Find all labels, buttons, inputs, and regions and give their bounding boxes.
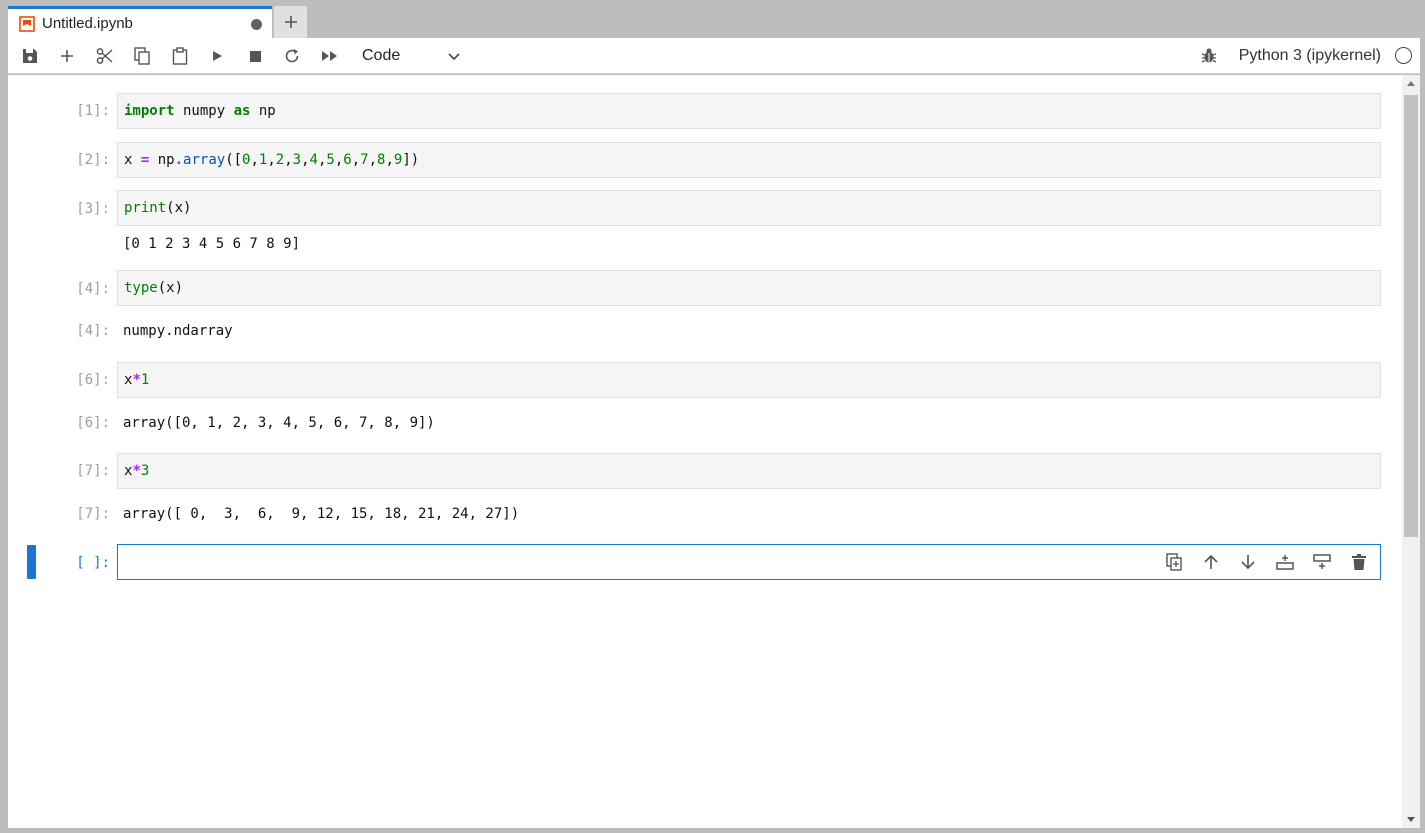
input-prompt: [ ]: — [76, 555, 110, 571]
insert-below-icon — [1313, 554, 1331, 569]
tab-bar: Untitled.ipynb — [0, 0, 1425, 38]
interrupt-button[interactable] — [244, 45, 266, 67]
delete-cell-button[interactable] — [1348, 551, 1370, 573]
arrow-up-icon — [1204, 554, 1218, 569]
cell-output: numpy.ndarray — [123, 323, 233, 339]
insert-below-button[interactable] — [1311, 551, 1333, 573]
code-cell-input[interactable]: x*1 — [117, 362, 1381, 398]
scroll-up-arrow-icon[interactable] — [1407, 81, 1415, 86]
run-button[interactable] — [206, 45, 228, 67]
notebook-panel: [1]: import numpy as np [2]: x = np.arra… — [8, 75, 1420, 828]
input-prompt: [1]: — [76, 103, 110, 119]
kernel-name[interactable]: Python 3 (ipykernel) — [1239, 47, 1381, 65]
restart-run-all-button[interactable] — [319, 45, 341, 67]
kernel-status-icon — [1395, 47, 1412, 64]
debugger-button[interactable] — [1201, 47, 1217, 69]
unsaved-indicator-icon[interactable] — [251, 19, 262, 30]
insert-above-button[interactable] — [1274, 551, 1296, 573]
notebook-icon — [19, 15, 35, 32]
input-prompt: [7]: — [76, 463, 110, 479]
cell-toolbar — [1163, 551, 1370, 573]
cell-output: array([ 0, 3, 6, 9, 12, 15, 18, 21, 24, … — [123, 506, 520, 522]
move-up-button[interactable] — [1200, 551, 1222, 573]
trash-icon — [1352, 554, 1366, 570]
run-icon — [213, 51, 222, 61]
save-icon — [23, 49, 37, 63]
code-cell-input[interactable]: print(x) — [117, 190, 1381, 226]
notebook-scrollbar[interactable] — [1402, 75, 1420, 828]
bug-icon — [1201, 48, 1217, 63]
code-cell-input[interactable]: x = np.array([0,1,2,3,4,5,6,7,8,9]) — [117, 142, 1381, 178]
output-prompt: [6]: — [76, 415, 110, 431]
cell-type-dropdown[interactable]: Code — [357, 42, 461, 70]
output-prompt: [7]: — [76, 506, 110, 522]
duplicate-icon — [1165, 553, 1182, 571]
cut-icon — [96, 48, 113, 64]
plus-icon — [284, 16, 297, 28]
fast-forward-icon — [322, 51, 337, 61]
restart-button[interactable] — [281, 45, 303, 67]
move-down-button[interactable] — [1237, 551, 1259, 573]
duplicate-cell-button[interactable] — [1163, 551, 1185, 573]
code-cell-input[interactable]: type(x) — [117, 270, 1381, 306]
input-prompt: [4]: — [76, 281, 110, 297]
new-tab-button[interactable] — [274, 6, 307, 38]
cell-type-value: Code — [362, 47, 401, 64]
arrow-down-icon — [1241, 555, 1255, 570]
plus-icon — [61, 50, 73, 62]
cut-button[interactable] — [94, 45, 116, 67]
code-cell-input[interactable]: x*3 — [117, 453, 1381, 489]
cell-output: [0 1 2 3 4 5 6 7 8 9] — [123, 236, 301, 252]
input-prompt: [6]: — [76, 372, 110, 388]
copy-button[interactable] — [131, 45, 153, 67]
tab-notebook[interactable]: Untitled.ipynb — [8, 6, 272, 38]
input-prompt: [3]: — [76, 201, 110, 217]
input-prompt: [2]: — [76, 152, 110, 168]
copy-icon — [134, 47, 150, 65]
code-cell-input[interactable]: import numpy as np — [117, 93, 1381, 129]
paste-icon — [172, 47, 188, 65]
tab-title: Untitled.ipynb — [42, 15, 133, 32]
cell-output: array([0, 1, 2, 3, 4, 5, 6, 7, 8, 9]) — [123, 415, 435, 431]
stop-icon — [249, 50, 261, 62]
paste-button[interactable] — [169, 45, 191, 67]
code-cell-input-active[interactable] — [117, 544, 1381, 580]
insert-cell-button[interactable] — [56, 45, 78, 67]
output-prompt: [4]: — [76, 323, 110, 339]
restart-icon — [285, 49, 299, 63]
chevron-down-icon — [448, 53, 460, 61]
insert-above-icon — [1276, 555, 1294, 570]
notebook-toolbar: Code Python 3 (ipykernel) — [8, 38, 1420, 74]
scroll-down-arrow-icon[interactable] — [1407, 817, 1415, 822]
save-button[interactable] — [19, 45, 41, 67]
scrollbar-thumb[interactable] — [1404, 95, 1418, 537]
